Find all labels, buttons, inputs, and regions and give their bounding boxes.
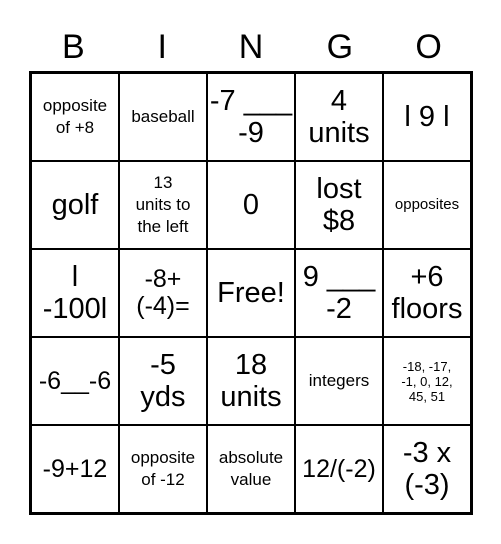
header-letter-n: N [238,28,264,66]
bingo-cell[interactable]: baseball [119,73,207,161]
bingo-cell[interactable]: -5 yds [119,337,207,425]
bingo-cell[interactable]: -7 ___ -9 [207,73,295,161]
bingo-header: B I N G O [29,24,473,70]
bingo-cell[interactable]: 4 units [295,73,383,161]
bingo-cell[interactable]: -9+12 [31,425,119,513]
free-space-cell[interactable]: Free! [207,249,295,337]
bingo-cell[interactable]: +6 floors [383,249,471,337]
bingo-cell[interactable]: l 9 l [383,73,471,161]
bingo-grid: opposite of +8 baseball -7 ___ -9 4 units l … [29,71,473,515]
bingo-cell[interactable]: opposites [383,161,471,249]
bingo-cell[interactable]: -18, -17, -1, 0, 12, 45, 51 [383,337,471,425]
bingo-cell[interactable]: 0 [207,161,295,249]
bingo-cell[interactable]: -3 x (-3) [383,425,471,513]
header-letter-b: B [62,28,85,66]
bingo-cell[interactable]: lost $8 [295,161,383,249]
bingo-cell[interactable]: absolute value [207,425,295,513]
bingo-cell[interactable]: golf [31,161,119,249]
bingo-cell[interactable]: -8+ (-4)= [119,249,207,337]
header-letter-o: O [415,28,442,66]
header-letter-g: G [326,28,354,66]
bingo-cell[interactable]: 13 units to the left [119,161,207,249]
bingo-cell[interactable]: opposite of +8 [31,73,119,161]
bingo-cell[interactable]: l -100l [31,249,119,337]
bingo-cell[interactable]: 18 units [207,337,295,425]
bingo-cell[interactable]: integers [295,337,383,425]
bingo-cell[interactable]: opposite of -12 [119,425,207,513]
bingo-cell[interactable]: 12/(-2) [295,425,383,513]
bingo-cell[interactable]: 9 ___ -2 [295,249,383,337]
header-letter-i: I [157,28,167,66]
bingo-cell[interactable]: -6__-6 [31,337,119,425]
